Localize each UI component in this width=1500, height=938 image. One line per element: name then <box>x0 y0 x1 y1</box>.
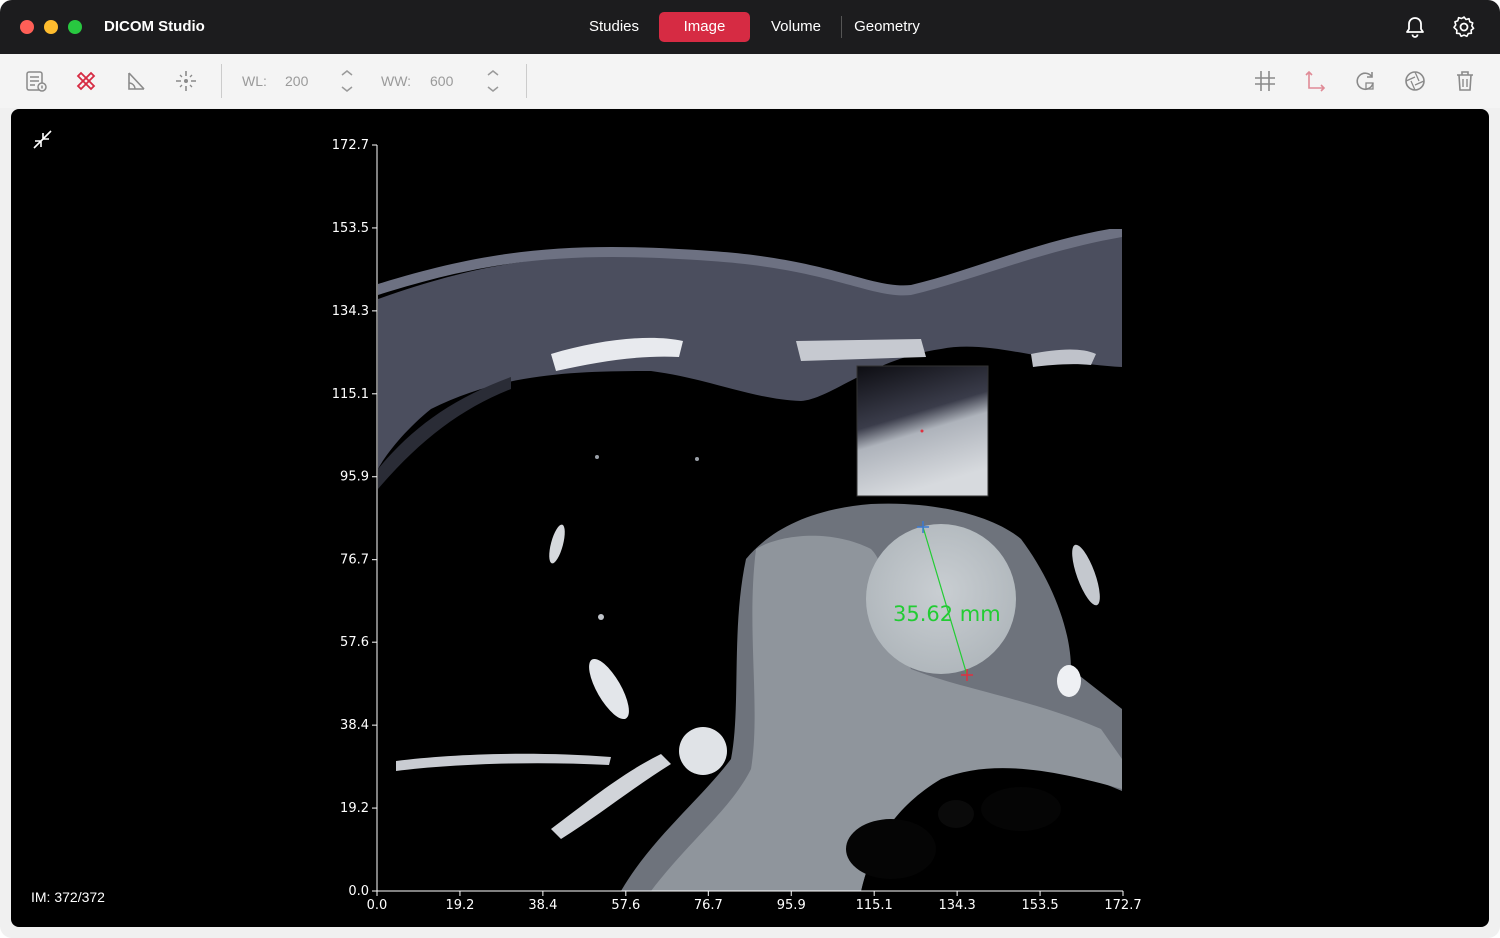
tab-image[interactable]: Image <box>659 12 750 42</box>
window-width-value[interactable]: 600 <box>430 73 453 89</box>
measurement-label: 35.62 mm <box>893 602 1001 626</box>
tab-geometry[interactable]: Geometry <box>846 12 928 42</box>
study-info-icon[interactable] <box>23 68 49 94</box>
title-bar: DICOM Studio Studies Image Volume Geomet… <box>0 0 1500 54</box>
y-tick-label: 19.2 <box>340 801 369 816</box>
magnifier-inset <box>856 365 989 497</box>
y-tick-label: 0.0 <box>348 884 369 899</box>
close-window-button[interactable] <box>20 20 34 34</box>
image-counter: IM: 372/372 <box>31 889 105 905</box>
ct-image <box>378 229 1122 891</box>
toolbar-divider <box>221 64 222 98</box>
x-tick-label: 76.7 <box>694 898 723 913</box>
window-width-stepper[interactable] <box>485 68 501 94</box>
app-window: DICOM Studio Studies Image Volume Geomet… <box>0 0 1500 938</box>
crosshair-tool-icon[interactable] <box>173 68 199 94</box>
ruler-tool-icon[interactable] <box>73 68 99 94</box>
app-title: DICOM Studio <box>104 18 205 35</box>
rotate-reset-icon[interactable] <box>1352 68 1378 94</box>
tab-volume[interactable]: Volume <box>760 12 832 42</box>
x-tick-label: 95.9 <box>777 898 806 913</box>
x-tick-label: 38.4 <box>528 898 557 913</box>
window-level-value[interactable]: 200 <box>285 73 308 89</box>
y-tick-label: 76.7 <box>340 553 369 568</box>
axes-icon[interactable] <box>1302 68 1328 94</box>
y-tick-label: 153.5 <box>332 221 369 236</box>
toolbar-divider <box>526 64 527 98</box>
x-tick-label: 115.1 <box>856 898 893 913</box>
nav-divider <box>841 16 842 38</box>
image-viewer[interactable]: 35.62 mm 0.0 19.2 38.4 57.6 76.7 95.9 115.1 134… <box>11 109 1489 927</box>
grid-icon[interactable] <box>1252 68 1278 94</box>
collapse-icon[interactable] <box>31 129 53 151</box>
window-width-label: WW: <box>381 73 412 89</box>
y-tick-label: 57.6 <box>340 635 369 650</box>
x-tick-label: 134.3 <box>939 898 976 913</box>
x-tick-label: 153.5 <box>1021 898 1058 913</box>
y-tick-label: 95.9 <box>340 470 369 485</box>
window-level-stepper[interactable] <box>339 68 355 94</box>
aorta-region <box>866 524 1016 674</box>
gear-icon[interactable] <box>1451 14 1477 40</box>
window-level-label: WL: <box>242 73 267 89</box>
x-tick-label: 172.7 <box>1104 898 1141 913</box>
tab-studies[interactable]: Studies <box>578 12 650 42</box>
angle-tool-icon[interactable] <box>123 68 149 94</box>
ct-plot[interactable]: 35.62 mm 0.0 19.2 38.4 57.6 76.7 95.9 115.1 134… <box>11 109 1489 927</box>
minimize-window-button[interactable] <box>44 20 58 34</box>
trash-icon[interactable] <box>1452 68 1478 94</box>
y-tick-label: 134.3 <box>332 304 369 319</box>
y-tick-label: 38.4 <box>340 718 369 733</box>
x-tick-label: 0.0 <box>367 898 388 913</box>
bell-icon[interactable] <box>1402 14 1428 40</box>
x-tick-label: 19.2 <box>445 898 474 913</box>
y-tick-label: 172.7 <box>332 138 369 153</box>
maximize-window-button[interactable] <box>68 20 82 34</box>
x-tick-label: 57.6 <box>611 898 640 913</box>
y-tick-label: 115.1 <box>332 387 369 402</box>
toolbar: WL: 200 WW: 600 <box>0 54 1500 108</box>
aperture-icon[interactable] <box>1402 68 1428 94</box>
